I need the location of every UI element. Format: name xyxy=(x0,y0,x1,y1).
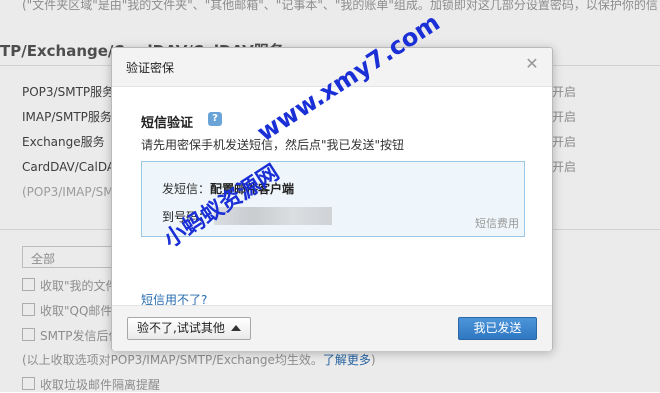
target-number-line: 到号码： xyxy=(162,207,333,225)
close-icon[interactable]: ✕ xyxy=(524,56,540,72)
sms-info-box: 发短信：配置邮件客户端 到号码： 短信费用 xyxy=(141,161,525,237)
sms-verify-title: 短信验证 xyxy=(141,116,194,131)
try-other-label: 验不了,试试其他 xyxy=(137,321,225,335)
dialog-header: 验证密保 ✕ xyxy=(112,48,552,87)
redacted-number xyxy=(214,207,333,225)
i-have-sent-button[interactable]: 我已发送 xyxy=(458,317,537,340)
send-sms-line: 发短信：配置邮件客户端 xyxy=(162,180,294,197)
target-number-label: 到号码： xyxy=(162,210,211,224)
sms-content: 配置邮件客户端 xyxy=(210,182,295,196)
caret-up-icon xyxy=(230,325,241,331)
try-other-method-button[interactable]: 验不了,试试其他 xyxy=(127,317,251,340)
instruction-text: 请先用密保手机发送短信，然后点"我已发送"按钮 xyxy=(141,138,405,152)
help-icon[interactable]: ? xyxy=(208,112,222,126)
dialog-footer: 验不了,试试其他 我已发送 xyxy=(112,305,552,351)
send-sms-label: 发短信： xyxy=(162,182,211,196)
security-verify-dialog: 验证密保 ✕ 短信验证 ? 请先用密保手机发送短信，然后点"我已发送"按钮 发短… xyxy=(111,47,553,351)
dialog-title: 验证密保 xyxy=(126,61,175,75)
sms-fee-label: 短信费用 xyxy=(475,217,519,230)
